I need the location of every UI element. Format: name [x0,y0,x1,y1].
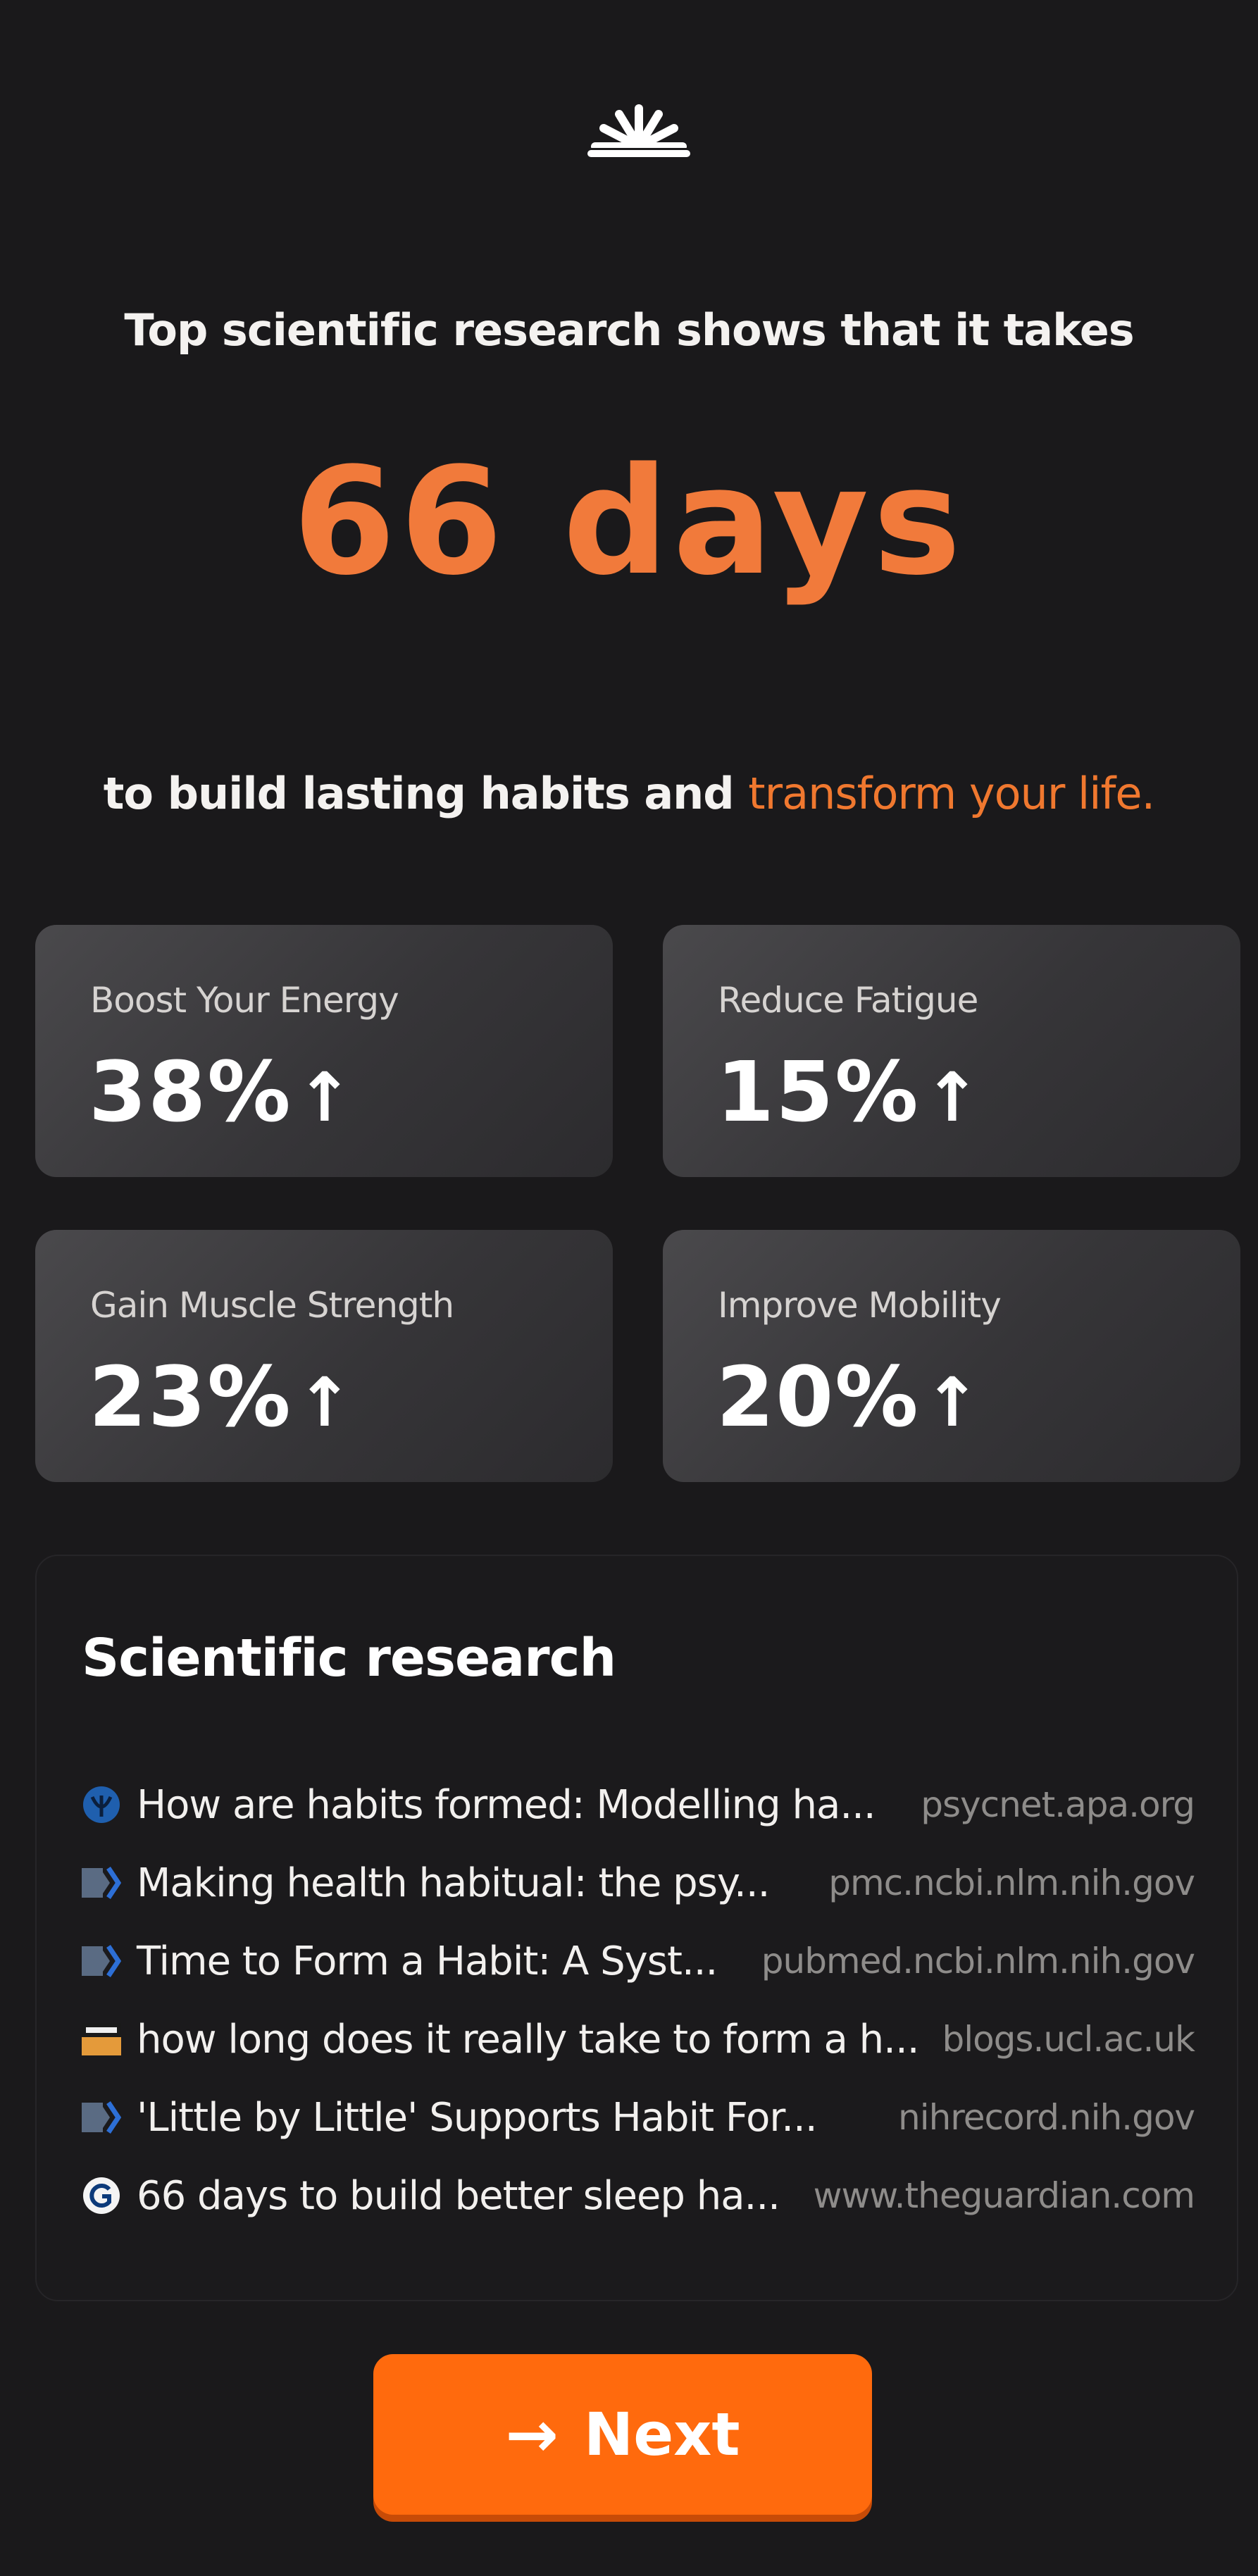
nih-icon [82,2098,121,2137]
stat-value: 38%↑ [89,1043,354,1140]
arrow-up-icon: ↑ [923,1363,982,1442]
research-domain: pubmed.ncbi.nlm.nih.gov [761,1941,1195,1981]
stat-card-energy: Boost Your Energy 38%↑ [35,925,613,1177]
stat-value: 23%↑ [89,1348,354,1445]
stat-card-strength: Gain Muscle Strength 23%↑ [35,1230,613,1482]
research-title: 'Little by Little' Supports Habit For... [137,2094,818,2141]
next-button[interactable]: → Next [373,2354,872,2515]
stat-label: Reduce Fatigue [718,980,978,1021]
guardian-icon [82,2176,121,2215]
stat-card-mobility: Improve Mobility 20%↑ [663,1230,1240,1482]
next-button-label: Next [583,2400,740,2469]
research-title: Time to Form a Habit: A Syst... [137,1938,718,1984]
research-title: how long does it really take to form a h… [137,2016,920,2062]
intro-text: Top scientific research shows that it ta… [124,304,1134,356]
arrow-right-icon: → [505,2397,559,2472]
stat-percent: 38% [89,1043,292,1140]
research-link[interactable]: How are habits formed: Modelling ha... p… [82,1777,1195,1833]
stat-percent: 15% [716,1043,920,1140]
arrow-up-icon: ↑ [296,1363,354,1442]
pubmed-icon [82,1941,121,1981]
research-link[interactable]: how long does it really take to form a h… [82,2011,1195,2067]
outro-accent: transform your life. [748,768,1155,819]
stat-card-fatigue: Reduce Fatigue 15%↑ [663,925,1240,1177]
arrow-up-icon: ↑ [923,1058,982,1137]
research-title: Making health habitual: the psy... [137,1860,770,1906]
outro-text: to build lasting habits and transform yo… [0,768,1258,819]
stat-value: 15%↑ [716,1043,982,1140]
research-link[interactable]: Time to Form a Habit: A Syst... pubmed.n… [82,1933,1195,1989]
research-domain: nihrecord.nih.gov [898,2097,1195,2138]
stat-label: Gain Muscle Strength [90,1285,454,1326]
research-panel: Scientific research How are habits forme… [35,1555,1238,2301]
research-heading: Scientific research [82,1628,616,1688]
arrow-up-icon: ↑ [296,1058,354,1137]
stat-value: 20%↑ [716,1348,982,1445]
headline-days: 66 days [292,435,966,608]
research-domain: pmc.ncbi.nlm.nih.gov [828,1862,1195,1903]
apa-icon [82,1785,121,1824]
stat-percent: 20% [716,1348,920,1445]
stat-label: Improve Mobility [718,1285,1002,1326]
research-title: 66 days to build better sleep ha... [137,2172,780,2219]
research-domain: psycnet.apa.org [921,1784,1195,1825]
outro-plain: to build lasting habits and [103,768,749,819]
research-link[interactable]: 66 days to build better sleep ha... www.… [82,2167,1195,2224]
stat-percent: 23% [89,1348,292,1445]
stat-label: Boost Your Energy [90,980,399,1021]
ncbi-icon [82,1863,121,1903]
research-domain: www.theguardian.com [813,2175,1195,2216]
research-title: How are habits formed: Modelling ha... [137,1781,876,1828]
research-link[interactable]: 'Little by Little' Supports Habit For...… [82,2089,1195,2146]
research-domain: blogs.ucl.ac.uk [942,2019,1195,2060]
ucl-icon [82,2020,121,2059]
research-link[interactable]: Making health habitual: the psy... pmc.n… [82,1855,1195,1911]
sunrise-icon [583,104,695,168]
